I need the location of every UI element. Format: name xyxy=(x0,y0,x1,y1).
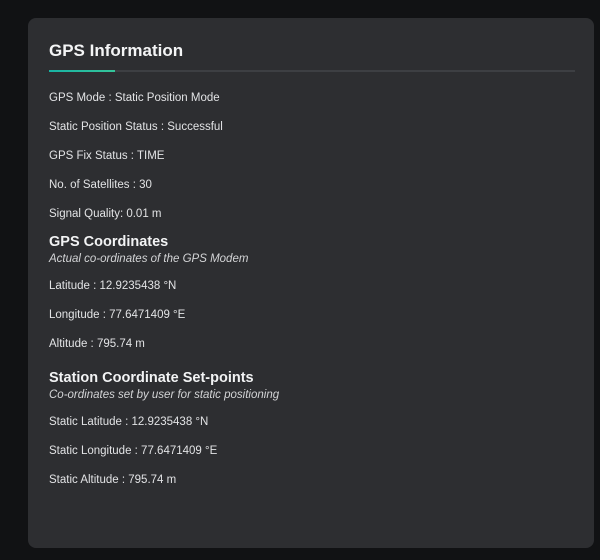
station-setpoints-subtitle: Co-ordinates set by user for static posi… xyxy=(49,389,280,401)
gps-coordinates-heading: GPS Coordinates xyxy=(49,234,169,250)
static-altitude-row: Static Altitude : 795.74 m xyxy=(49,474,177,486)
title-accent-bar xyxy=(49,70,115,72)
gps-coordinates-subtitle: Actual co-ordinates of the GPS Modem xyxy=(49,253,249,265)
gps-information-card: GPS Information GPS Mode : Static Positi… xyxy=(28,18,594,548)
static-longitude-row: Static Longitude : 77.6471409 °E xyxy=(49,445,218,457)
satellites-count-row: No. of Satellites : 30 xyxy=(49,179,152,191)
gps-mode-row: GPS Mode : Static Position Mode xyxy=(49,92,220,104)
altitude-row: Altitude : 795.74 m xyxy=(49,338,145,350)
signal-quality-row: Signal Quality: 0.01 m xyxy=(49,208,162,220)
card-title: GPS Information xyxy=(49,41,184,60)
longitude-row: Longitude : 77.6471409 °E xyxy=(49,309,186,321)
static-latitude-row: Static Latitude : 12.9235438 °N xyxy=(49,416,209,428)
page: GPS Information GPS Mode : Static Positi… xyxy=(0,0,600,560)
station-setpoints-heading: Station Coordinate Set-points xyxy=(49,370,254,386)
gps-fix-status-row: GPS Fix Status : TIME xyxy=(49,150,165,162)
title-divider xyxy=(49,70,575,72)
latitude-row: Latitude : 12.9235438 °N xyxy=(49,280,177,292)
station-setpoints-section: Station Coordinate Set-points Co-ordinat… xyxy=(49,369,574,495)
static-position-status-row: Static Position Status : Successful xyxy=(49,121,223,133)
gps-coordinates-section: GPS Coordinates Actual co-ordinates of t… xyxy=(49,233,574,359)
gps-info-list: GPS Mode : Static Position Mode Static P… xyxy=(49,84,574,229)
